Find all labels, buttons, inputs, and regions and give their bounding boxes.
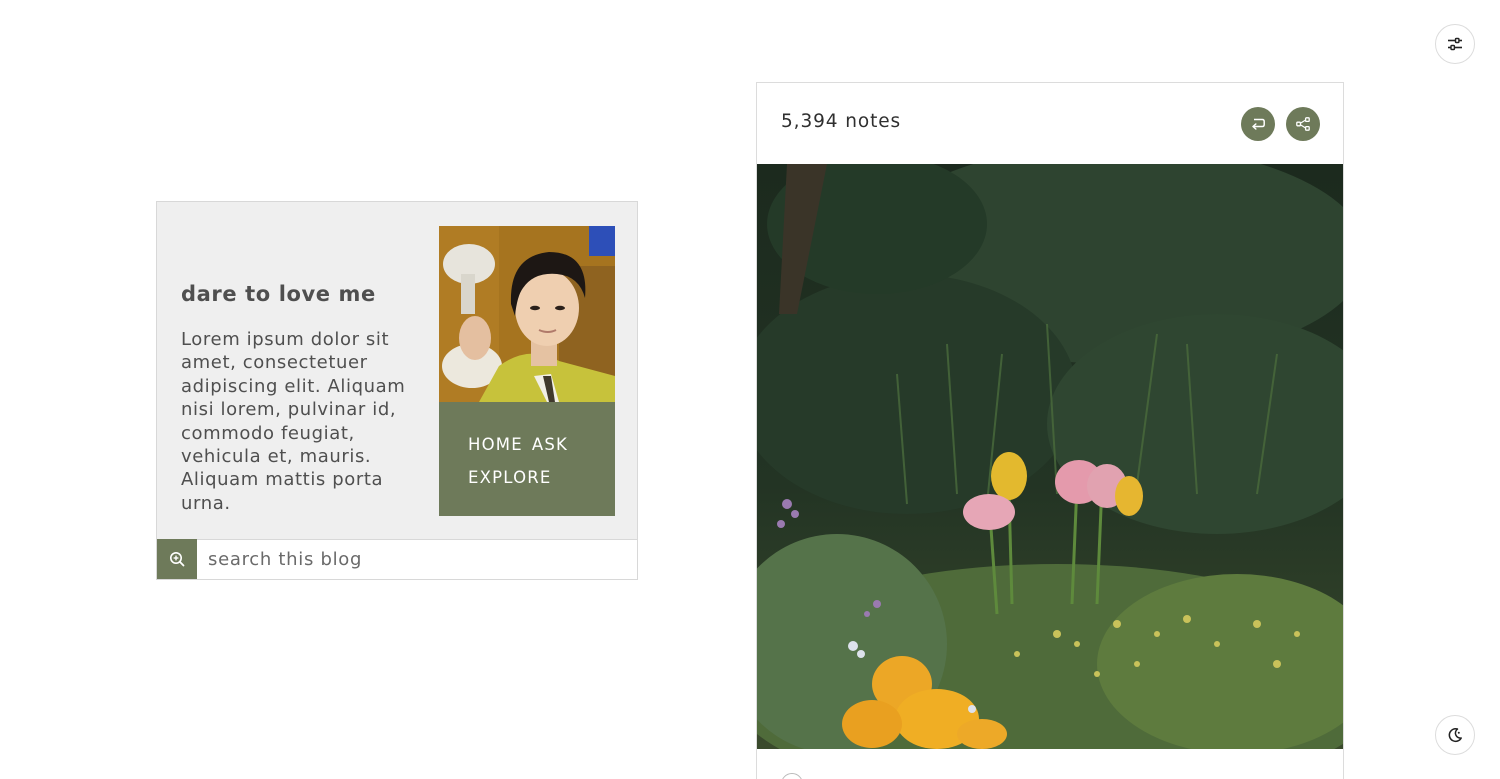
sliders-icon — [1448, 37, 1462, 51]
post-card: 5,394 notes — [756, 82, 1344, 779]
search-bar — [156, 539, 638, 580]
garden-photo — [757, 164, 1343, 749]
avatar-image — [439, 226, 615, 402]
nav-home-link[interactable]: HOME — [468, 428, 523, 461]
zoom-in-icon — [170, 552, 185, 567]
blog-title: dare to love me — [181, 282, 376, 306]
search-button[interactable] — [157, 539, 197, 579]
post-photo[interactable] — [757, 164, 1343, 749]
share-icon — [1296, 117, 1310, 131]
avatar[interactable] — [439, 226, 615, 402]
sidebar-card: dare to love me Lorem ipsum dolor sit am… — [156, 201, 638, 580]
nav-explore-link[interactable]: EXPLORE — [468, 461, 552, 494]
reblog-icon — [1252, 118, 1265, 130]
theme-toggle-button[interactable] — [1435, 715, 1475, 755]
nav-panel: HOME ASK EXPLORE — [439, 402, 615, 516]
share-button[interactable] — [1286, 107, 1320, 141]
nav-ask-link[interactable]: ASK — [532, 428, 568, 461]
page: dare to love me Lorem ipsum dolor sit am… — [0, 0, 1500, 779]
post-footer-circle — [781, 773, 803, 779]
reblog-button[interactable] — [1241, 107, 1275, 141]
blog-description: Lorem ipsum dolor sit amet, consectetuer… — [181, 329, 406, 514]
customize-button[interactable] — [1435, 24, 1475, 64]
post-header: 5,394 notes — [757, 83, 1343, 164]
notes-count[interactable]: 5,394 notes — [781, 111, 901, 132]
search-input[interactable] — [197, 540, 637, 579]
moon-icon — [1448, 727, 1462, 743]
